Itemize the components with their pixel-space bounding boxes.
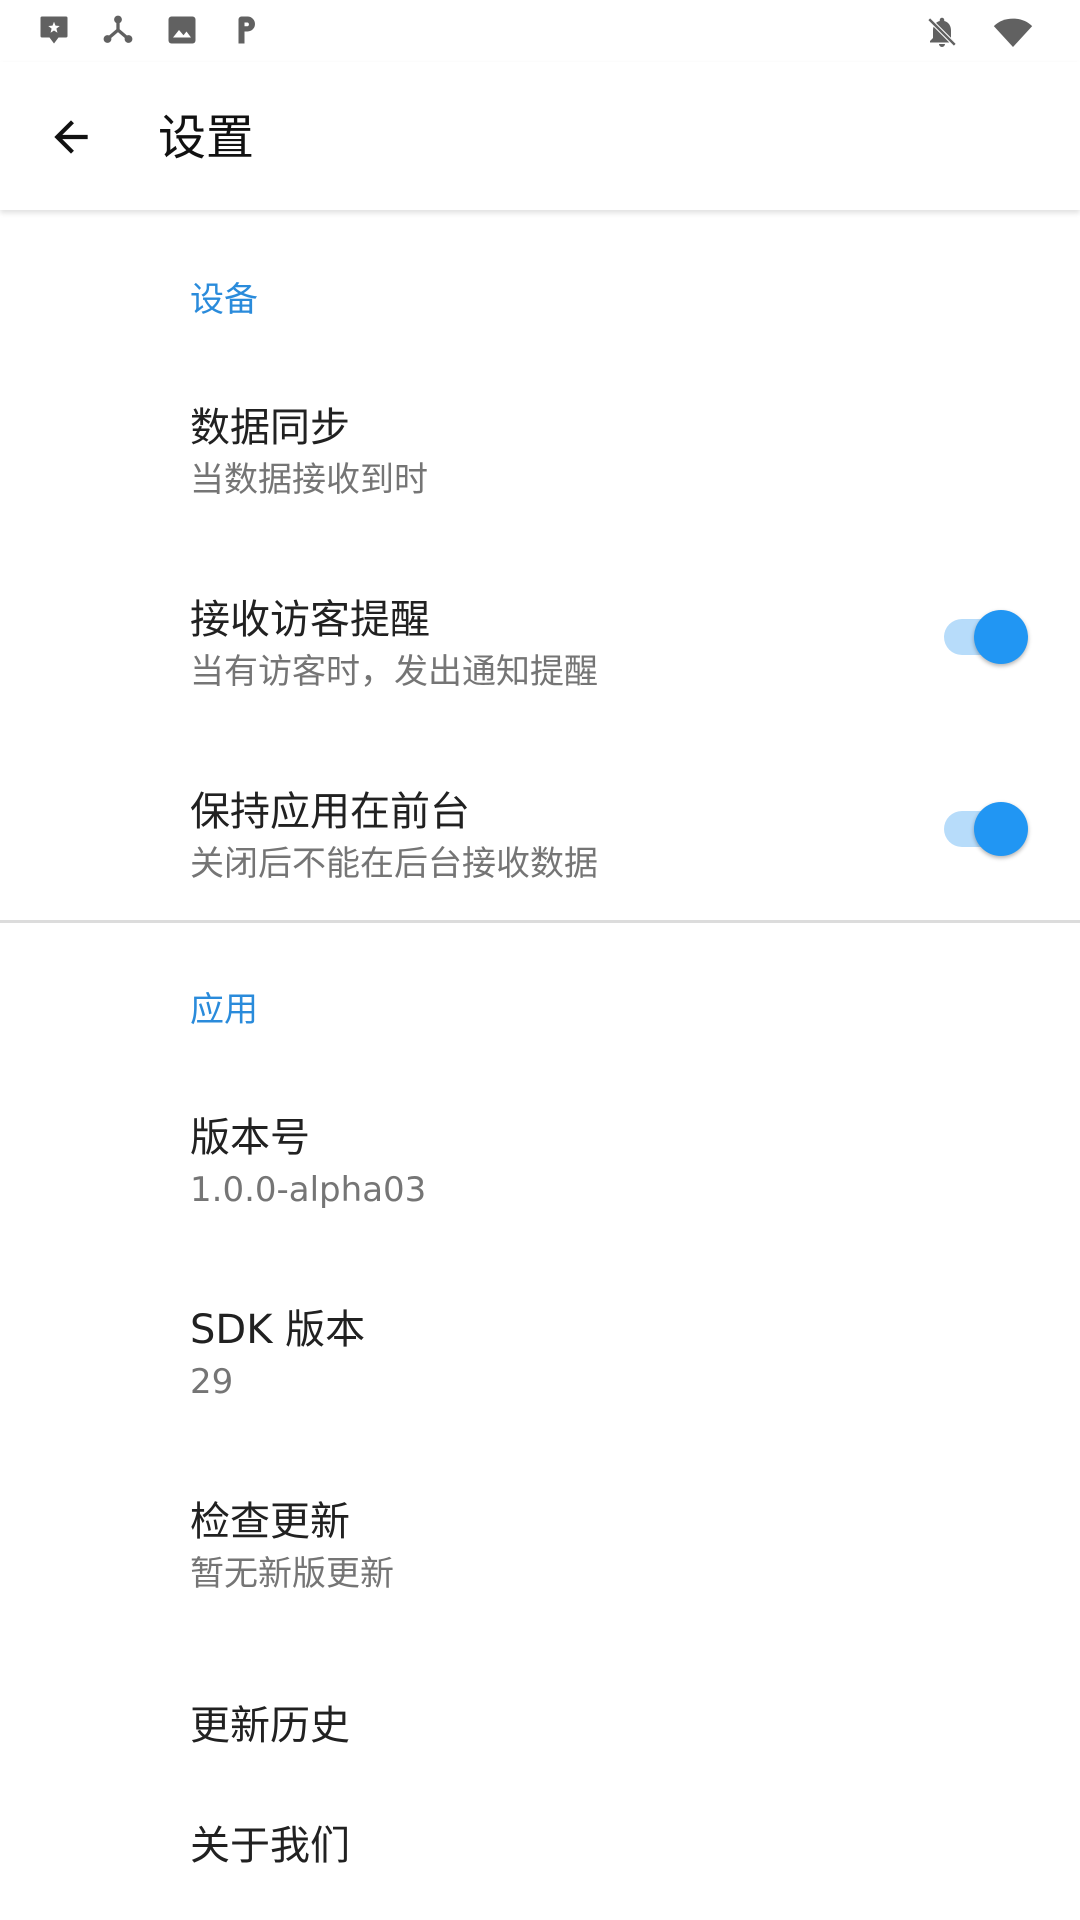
switch-thumb: [974, 802, 1028, 856]
section-header-app: 应用: [190, 990, 258, 1030]
parking-icon: [238, 16, 255, 44]
pref-version[interactable]: 版本号 1.0.0-alpha03: [0, 1080, 1080, 1270]
wifi-icon: [993, 18, 1033, 47]
pref-summary: 关闭后不能在后台接收数据: [190, 844, 598, 884]
pref-title: 检查更新: [190, 1499, 350, 1545]
pref-summary: 当数据接收到时: [190, 460, 428, 500]
pref-summary: 当有访客时，发出通知提醒: [190, 652, 598, 692]
app-bar: 设置: [0, 62, 1080, 210]
status-bar: [0, 0, 1080, 62]
pref-summary: 暂无新版更新: [190, 1554, 394, 1594]
pref-summary: 1.0.0-alpha03: [190, 1170, 427, 1210]
visitor-alert-switch[interactable]: [944, 610, 1028, 664]
pref-title: 保持应用在前台: [190, 789, 470, 835]
back-button[interactable]: [36, 102, 106, 172]
pref-summary: 29: [190, 1362, 234, 1402]
pref-title: 接收访客提醒: [190, 597, 430, 643]
image-icon: [168, 16, 196, 44]
notifications-off-icon: [927, 17, 957, 47]
pref-check-update[interactable]: 检查更新 暂无新版更新: [0, 1464, 1080, 1656]
pref-title: 数据同步: [190, 405, 350, 451]
pref-title: 更新历史: [190, 1703, 350, 1749]
section-divider: [0, 920, 1080, 923]
status-bar-system-icons: [924, 12, 1036, 52]
pref-title: SDK 版本: [190, 1307, 366, 1353]
pref-keep-foreground[interactable]: 保持应用在前台 关闭后不能在后台接收数据: [0, 754, 1080, 946]
pref-title: 版本号: [190, 1115, 310, 1161]
pref-sdk-version[interactable]: SDK 版本 29: [0, 1272, 1080, 1464]
switch-thumb: [974, 610, 1028, 664]
pref-about-us[interactable]: 关于我们: [0, 1798, 1080, 1920]
arrow-back-icon: [54, 120, 88, 154]
pref-visitor-alert[interactable]: 接收访客提醒 当有访客时，发出通知提醒: [0, 562, 1080, 754]
chat-star-icon: [40, 16, 68, 44]
section-header-device: 设备: [190, 280, 258, 320]
page-title: 设置: [158, 110, 255, 166]
status-bar-notification-icons: [36, 12, 264, 48]
pref-update-history[interactable]: 更新历史: [0, 1656, 1080, 1798]
network-icon: [103, 15, 133, 43]
keep-foreground-switch[interactable]: [944, 802, 1028, 856]
pref-data-sync[interactable]: 数据同步 当数据接收到时: [0, 370, 1080, 560]
pref-title: 关于我们: [190, 1823, 350, 1869]
